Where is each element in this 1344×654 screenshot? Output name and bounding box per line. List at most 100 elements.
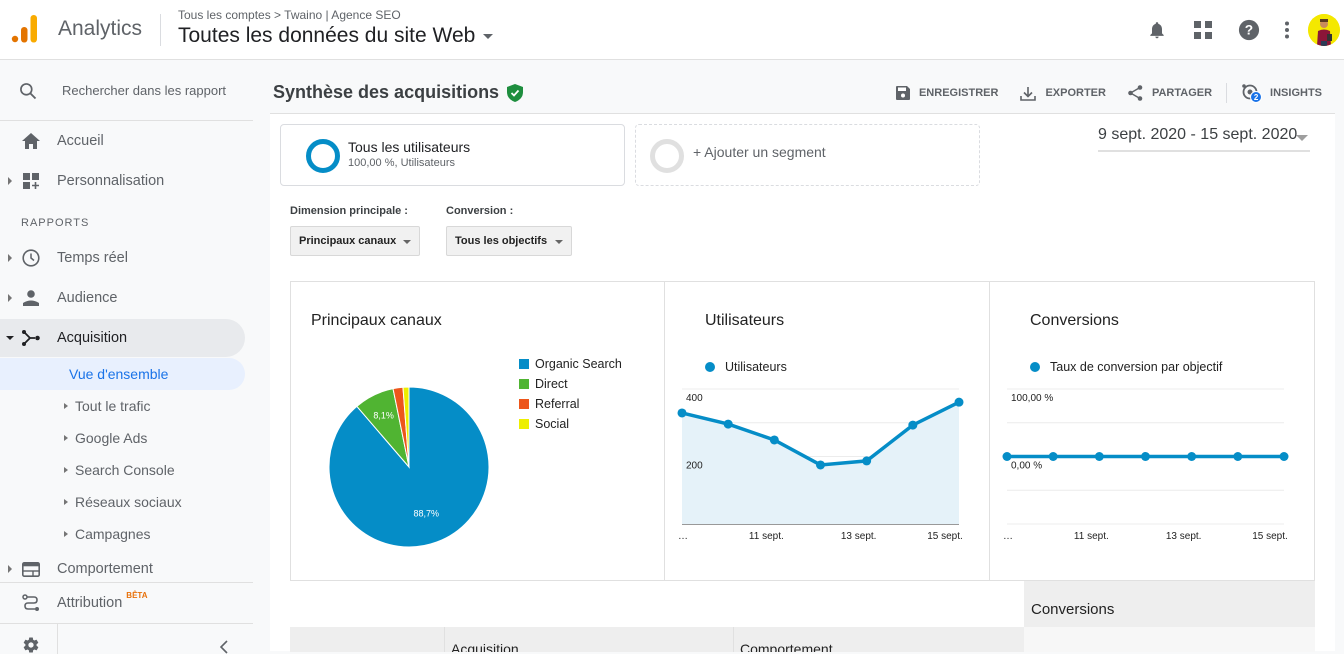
- data-point[interactable]: [1187, 452, 1197, 461]
- legend-swatch: [519, 419, 529, 429]
- data-point[interactable]: [723, 419, 733, 429]
- x-tick-label: 13 sept.: [841, 531, 877, 542]
- legend-item[interactable]: Social: [519, 417, 569, 431]
- account-breadcrumb[interactable]: Tous les comptes > Twaino | Agence SEO: [178, 8, 401, 22]
- sidebar-item-attribution[interactable]: Attribution BÊTA: [0, 584, 245, 622]
- divider: [57, 624, 58, 654]
- sidebar-subitem-vue-ensemble[interactable]: Vue d'ensemble: [0, 358, 245, 390]
- conversion-label: Conversion :: [446, 205, 514, 217]
- legend-label: Direct: [535, 377, 568, 391]
- notifications-button[interactable]: [1134, 10, 1180, 50]
- conversion-dropdown[interactable]: Tous les objectifs: [446, 226, 572, 256]
- legend-item[interactable]: Direct: [519, 377, 568, 391]
- pie-data-label: 88,7%: [413, 509, 439, 519]
- expand-arrow-icon: [64, 403, 68, 409]
- legend-item[interactable]: Referral: [519, 397, 579, 411]
- report-panel: Tous les utilisateurs 100,00 %, Utilisat…: [270, 113, 1335, 652]
- table-subheader-conversions: [1024, 627, 1315, 652]
- x-tick-label: 15 sept.: [1252, 531, 1288, 542]
- sidebar-item-temps-reel[interactable]: Temps réel: [0, 239, 245, 277]
- data-point[interactable]: [1141, 452, 1150, 461]
- sidebar-item-personnalisation[interactable]: Personnalisation: [0, 162, 245, 200]
- save-label: ENREGISTRER: [918, 87, 999, 99]
- view-title: Toutes les données du site Web: [178, 24, 476, 47]
- search-icon: [20, 83, 37, 100]
- share-icon: [1128, 85, 1143, 101]
- pie-chart-card: Principaux canaux 88,7% 8,1% Organic Sear…: [291, 282, 664, 580]
- expand-arrow-icon: [64, 499, 68, 505]
- save-button[interactable]: ENREGISTRER: [895, 86, 999, 100]
- page-title: Synthèse des acquisitions: [273, 82, 500, 102]
- app-name: Analytics: [58, 17, 143, 40]
- data-point[interactable]: [908, 420, 918, 430]
- legend-item: Utilisateurs: [705, 360, 787, 374]
- data-point[interactable]: [1048, 452, 1058, 461]
- apps-button[interactable]: [1180, 10, 1226, 50]
- divider: [160, 14, 161, 46]
- report-search[interactable]: Rechercher dans les rapport: [0, 61, 253, 121]
- report-header: Synthèse des acquisitions ENREGISTRER EX…: [255, 61, 1344, 113]
- users-chart-card: Utilisateurs Utilisateurs 400 200 … 11 sept…: [664, 282, 989, 580]
- data-point[interactable]: [816, 460, 825, 470]
- svg-text:?: ?: [1245, 23, 1253, 38]
- sidebar-subitem-label: Vue d'ensemble: [69, 366, 169, 382]
- beta-badge: BÊTA: [126, 591, 148, 600]
- empty-segment-ring-icon: [650, 139, 684, 173]
- gear-icon[interactable]: [22, 636, 40, 654]
- view-selector[interactable]: Toutes les données du site Web: [178, 24, 494, 48]
- collapse-sidebar-chevron-icon[interactable]: [220, 640, 228, 654]
- sidebar-subitem-search-console[interactable]: Search Console: [0, 454, 245, 486]
- segment-all-users[interactable]: Tous les utilisateurs 100,00 %, Utilisat…: [280, 124, 625, 186]
- data-point[interactable]: [677, 408, 687, 418]
- more-vert-icon: [1285, 21, 1289, 39]
- help-button[interactable]: ?: [1226, 10, 1272, 50]
- insights-count-badge: 2: [1250, 91, 1263, 103]
- data-point[interactable]: [769, 435, 779, 445]
- sidebar-item-acquisition[interactable]: Acquisition: [0, 319, 245, 357]
- legend-item: Taux de conversion par objectif: [1030, 360, 1222, 374]
- table-header-comportement: Comportement: [733, 627, 1024, 652]
- data-point[interactable]: [1094, 452, 1104, 461]
- add-segment-label: + Ajouter un segment: [693, 144, 826, 160]
- legend-swatch: [519, 359, 529, 369]
- caret-down-icon: [483, 33, 494, 39]
- collapse-arrow-icon: [6, 336, 14, 340]
- dimension-label: Dimension principale :: [290, 205, 408, 217]
- sidebar-item-accueil[interactable]: Accueil: [0, 122, 245, 160]
- data-point[interactable]: [862, 456, 872, 466]
- sidebar-subitem-tout-le-trafic[interactable]: Tout le trafic: [0, 390, 245, 422]
- y-tick-label: 200: [686, 461, 703, 472]
- legend-item[interactable]: Organic Search: [519, 357, 622, 371]
- sidebar-subitem-google-ads[interactable]: Google Ads: [0, 422, 245, 454]
- x-tick-label: 13 sept.: [1166, 531, 1202, 542]
- acquisition-icon: [22, 330, 40, 346]
- sidebar-item-label: Acquisition: [57, 330, 128, 346]
- data-point[interactable]: [954, 397, 964, 407]
- sidebar-item-audience[interactable]: Audience: [0, 279, 245, 317]
- dimension-dropdown[interactable]: Principaux canaux: [290, 226, 420, 256]
- legend-label: Taux de conversion par objectif: [1050, 360, 1223, 374]
- avatar[interactable]: [1308, 14, 1340, 46]
- share-button[interactable]: PARTAGER: [1128, 85, 1212, 101]
- data-point[interactable]: [1233, 452, 1243, 461]
- sidebar-subitem-label: Campagnes: [75, 526, 151, 542]
- expand-arrow-icon: [64, 467, 68, 473]
- data-table: Conversions Acquisition Comportement: [290, 581, 1315, 652]
- data-point[interactable]: [1279, 452, 1289, 461]
- data-point[interactable]: [1002, 452, 1012, 461]
- pie-data-label: 8,1%: [373, 410, 394, 420]
- sidebar-subitem-reseaux-sociaux[interactable]: Réseaux sociaux: [0, 486, 245, 518]
- caret-down-icon: [1296, 135, 1308, 141]
- conversions-chart-card: Conversions Taux de conversion par objec…: [989, 282, 1315, 580]
- legend-label: Utilisateurs: [725, 360, 787, 374]
- more-options-button[interactable]: [1272, 10, 1302, 50]
- export-button[interactable]: EXPORTER: [1020, 86, 1106, 101]
- insights-button[interactable]: 2 INSIGHTS: [1241, 83, 1322, 103]
- sidebar-subitem-campagnes[interactable]: Campagnes: [0, 518, 245, 550]
- divider: [0, 582, 253, 583]
- chart-title: Utilisateurs: [705, 312, 785, 329]
- add-segment-button[interactable]: + Ajouter un segment: [635, 124, 980, 186]
- segment-ring-icon: [306, 139, 340, 173]
- date-range-picker[interactable]: 9 sept. 2020 - 15 sept. 2020: [1098, 126, 1310, 152]
- search-input[interactable]: Rechercher dans les rapport: [62, 83, 226, 98]
